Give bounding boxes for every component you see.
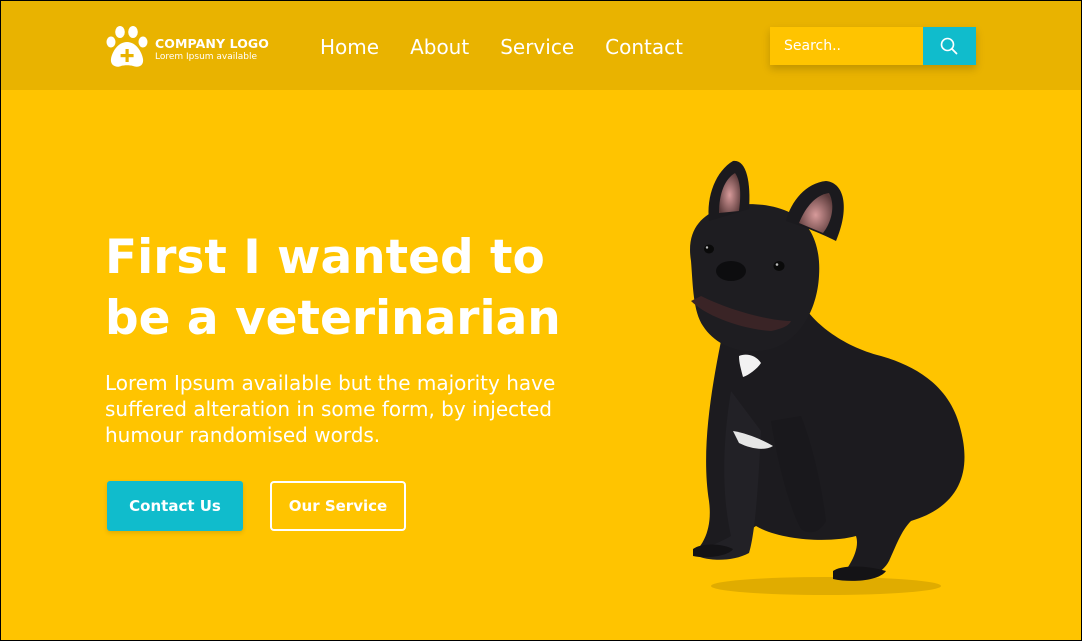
search-input[interactable]: [770, 27, 923, 65]
search-button[interactable]: [923, 27, 976, 65]
our-service-button[interactable]: Our Service: [270, 481, 406, 531]
nav-about-link[interactable]: About: [410, 33, 469, 61]
hero-text: Lorem Ipsum available but the majority h…: [105, 371, 556, 447]
nav-contact-link[interactable]: Contact: [605, 33, 683, 61]
paw-cross-icon: [106, 26, 148, 67]
nav-home-link[interactable]: Home: [320, 33, 379, 61]
french-bulldog-image: [690, 160, 965, 595]
landing-page: COMPANY LOGO Lorem Ipsum available Home …: [1, 1, 1081, 640]
main-nav: Home About Service Contact: [320, 33, 714, 61]
logo-subtitle: Lorem Ipsum available: [155, 52, 258, 62]
nav-service-link[interactable]: Service: [500, 33, 574, 61]
hero-title: First I wanted to be a veterinarian: [105, 230, 561, 346]
contact-us-button[interactable]: Contact Us: [107, 481, 243, 531]
logo-title: COMPANY LOGO: [155, 36, 270, 51]
company-logo[interactable]: COMPANY LOGO Lorem Ipsum available: [105, 25, 275, 71]
site-header: COMPANY LOGO Lorem Ipsum available Home …: [1, 1, 1081, 90]
search-icon: [940, 37, 958, 55]
search-box: [770, 27, 976, 65]
